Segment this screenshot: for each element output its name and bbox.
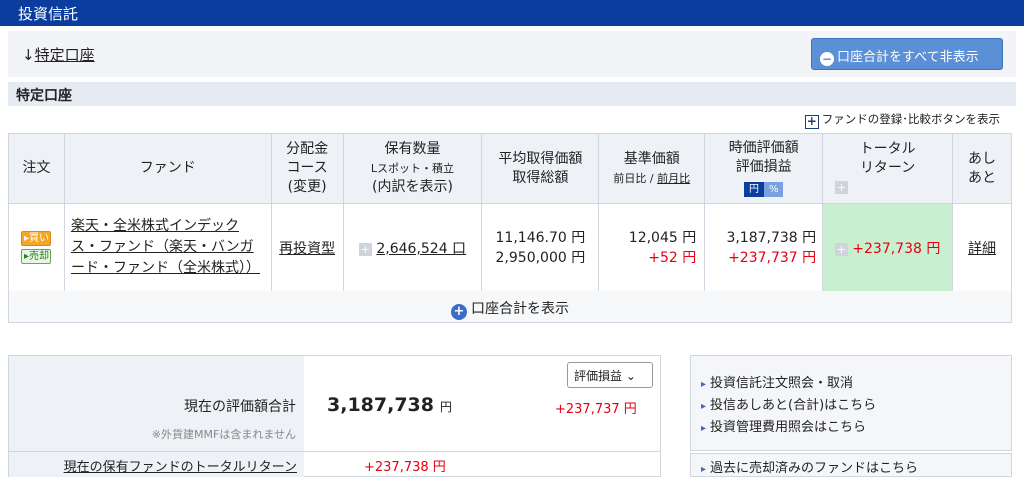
link-past-sold-funds[interactable]: ▸ 過去に売却済みのファンドはこちら: [690, 453, 1012, 477]
table-row: ▸買い ▸売却 楽天・全米株式インデックス・ファンド（楽天・バンガード・ファンド…: [8, 203, 1012, 292]
arrow-right-icon: ▸: [701, 401, 707, 412]
col-history: あし あと: [952, 133, 1012, 204]
table-header-row: 注文 ファンド 分配金 コース (変更) 保有数量 Lスポット・積立 (内訳を表示) 平…: [8, 133, 1012, 204]
page-header: 投資信託: [0, 0, 1024, 26]
show-account-total-button[interactable]: + 口座合計を表示: [8, 291, 1012, 323]
chevron-down-icon: ⌄: [625, 369, 636, 383]
summary-note: ※外貨建MMFは含まれません: [151, 428, 296, 441]
plus-icon: +: [804, 114, 819, 129]
arrow-right-icon: ▸: [701, 379, 707, 390]
col-quantity: 保有数量 Lスポット・積立 (内訳を表示): [342, 133, 483, 204]
fund-register-label: ファンドの登録･比較ボタンを表示: [821, 112, 1000, 126]
account-link-label[interactable]: 特定口座: [35, 46, 95, 64]
quantity-expand-icon[interactable]: +: [358, 242, 372, 256]
summary-value: 3,187,738 円: [327, 394, 452, 416]
plus-circle-icon: +: [451, 304, 467, 320]
expand-plus-icon[interactable]: +: [835, 181, 849, 194]
base-price-cell: 12,045 円 +52 円: [598, 203, 706, 292]
order-cell: ▸買い ▸売却: [8, 203, 65, 292]
col-base-price: 基準価額 前日比 / 前月比: [598, 133, 706, 204]
summary-box: 現在の評価額合計 ※外貨建MMFは含まれません 3,187,738 円 評価損益 …: [8, 355, 661, 477]
hide-all-label: 口座合計をすべて非表示: [837, 50, 979, 65]
quantity-link[interactable]: 2,646,524 口: [376, 241, 466, 257]
market-value-cell: 3,187,738 円 +237,737 円: [704, 203, 824, 292]
col-avg-price: 平均取得価額 取得総額: [481, 133, 600, 204]
down-arrow-icon: ↓: [22, 46, 35, 64]
link-management-fee[interactable]: ▸ 投資管理費用照会はこちら: [701, 417, 1011, 439]
prev-month-link[interactable]: 前月比: [657, 172, 690, 185]
fund-register-toggle[interactable]: + ファンドの登録･比較ボタンを表示: [804, 111, 1000, 129]
course-cell: 再投資型: [270, 203, 344, 292]
minus-circle-icon: −: [820, 52, 834, 66]
account-anchor-link[interactable]: ↓特定口座: [22, 44, 95, 65]
yen-toggle-button[interactable]: 円: [743, 182, 764, 197]
section-title: 特定口座: [8, 82, 1016, 106]
buy-button[interactable]: ▸買い: [21, 231, 52, 246]
total-return-link[interactable]: 現在の保有ファンドのトータルリターン: [64, 460, 297, 475]
arrow-right-icon: ▸: [701, 423, 707, 434]
header-title: 投資信託: [18, 5, 79, 23]
hide-all-totals-button[interactable]: − 口座合計をすべて非表示: [811, 38, 1003, 70]
summary-select[interactable]: 評価損益 ⌄: [567, 362, 653, 388]
quantity-cell: + 2,646,524 口: [342, 203, 483, 292]
course-link[interactable]: 再投資型: [279, 241, 335, 257]
link-order-inquiry[interactable]: ▸ 投資信託注文照会・取消: [701, 373, 1011, 395]
sell-button[interactable]: ▸売却: [21, 249, 52, 264]
detail-link[interactable]: 詳細: [968, 241, 996, 257]
col-order: 注文: [8, 133, 65, 204]
total-return-expand-icon[interactable]: +: [834, 242, 848, 256]
detail-cell: 詳細: [952, 203, 1012, 292]
summary-diff: +237,737 円: [555, 402, 637, 417]
col-total-return: トータル リターン +: [822, 133, 954, 204]
col-distribution: 分配金 コース (変更): [270, 133, 344, 204]
avg-price-cell: 11,146.70 円 2,950,000 円: [481, 203, 600, 292]
percent-toggle-button[interactable]: %: [763, 182, 784, 197]
summary-label: 現在の評価額合計: [184, 399, 296, 415]
arrow-right-icon: ▸: [701, 464, 707, 475]
holdings-table: 注文 ファンド 分配金 コース (変更) 保有数量 Lスポット・積立 (内訳を表示) 平…: [8, 133, 1012, 292]
related-links: ▸ 投資信託注文照会・取消 ▸ 投信あしあと(合計)はこちら ▸ 投資管理費用照会はこ…: [690, 355, 1012, 451]
link-history-total[interactable]: ▸ 投信あしあと(合計)はこちら: [701, 395, 1011, 417]
col-market-value: 時価評価額 評価損益 円%: [704, 133, 824, 204]
fund-name-cell: 楽天・全米株式インデックス・ファンド（楽天・バンガード・ファンド（全米株式））: [63, 203, 272, 292]
col-fund: ファンド: [63, 133, 272, 204]
total-return-cell: + +237,738 円: [822, 203, 954, 292]
fund-name-link[interactable]: 楽天・全米株式インデックス・ファンド（楽天・バンガード・ファンド（全米株式））: [71, 218, 260, 276]
total-return-value: +237,738 円: [364, 460, 446, 475]
